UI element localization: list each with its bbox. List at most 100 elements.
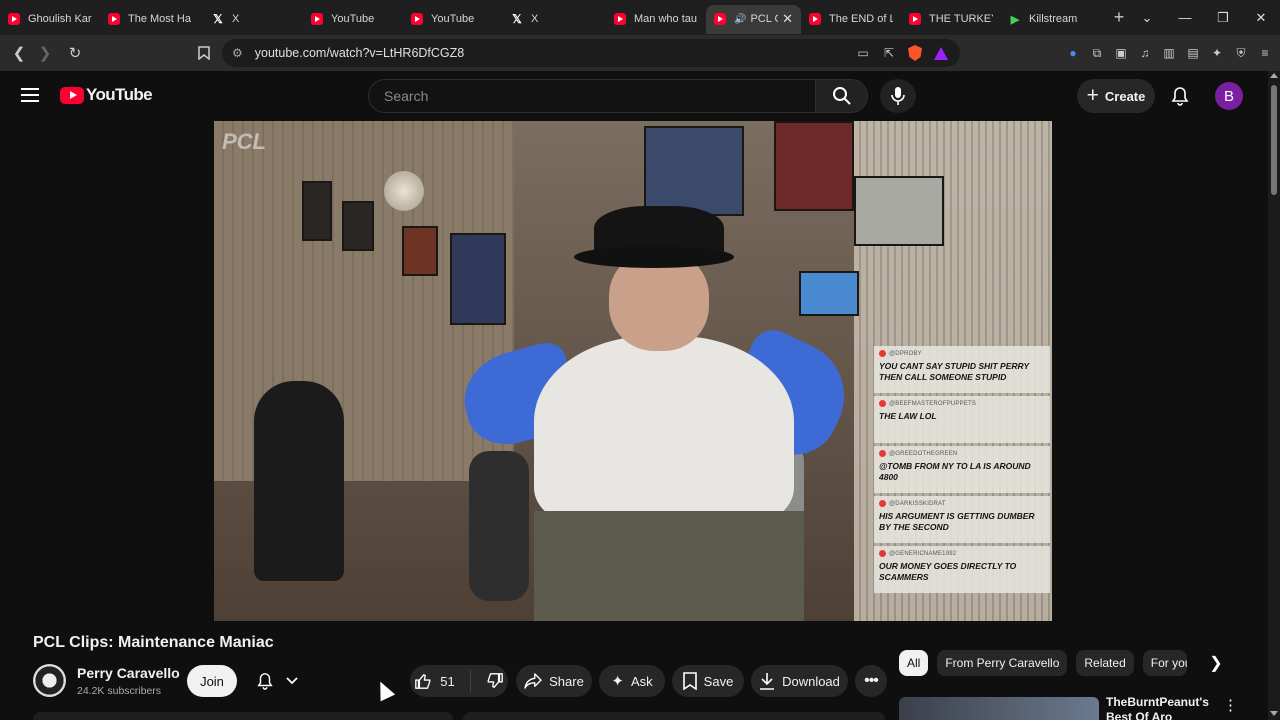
- forward-icon[interactable]: ❯: [32, 40, 58, 66]
- more-actions-button[interactable]: •••: [855, 665, 887, 697]
- mouse-cursor-icon: [373, 678, 396, 702]
- back-icon[interactable]: ❮: [6, 40, 32, 66]
- youtube-logo[interactable]: YouTube: [60, 85, 153, 105]
- brave-shields-icon[interactable]: [908, 45, 922, 61]
- chip-label: From Perry Caravello: [945, 656, 1060, 670]
- like-button[interactable]: 51: [414, 672, 455, 690]
- search-button[interactable]: [816, 79, 868, 113]
- browser-tab[interactable]: Ghoulish Kar: [0, 5, 100, 34]
- address-bar[interactable]: ⚙ youtube.com/watch?v=LtHR6DfCGZ8 ▭ ⇱: [222, 39, 960, 67]
- youtube-favicon-icon: [809, 13, 821, 25]
- youtube-logo-text: YouTube: [86, 85, 153, 104]
- subscription-notifications-button[interactable]: [247, 665, 307, 697]
- leo-ai-icon[interactable]: ✦: [1210, 46, 1224, 60]
- close-tab-icon[interactable]: ✕: [782, 11, 793, 27]
- media-icon[interactable]: ♫: [1138, 46, 1152, 60]
- share-page-icon[interactable]: ⇱: [882, 46, 896, 60]
- create-button[interactable]: + Create: [1077, 79, 1155, 113]
- chip-all[interactable]: All: [899, 650, 929, 676]
- ask-button[interactable]: ✦ Ask: [599, 665, 665, 697]
- chevron-right-icon[interactable]: ❯: [1203, 650, 1229, 676]
- save-label: Save: [703, 673, 734, 689]
- minimize-icon[interactable]: —: [1166, 0, 1204, 35]
- x-favicon-icon: 𝕏: [213, 12, 223, 26]
- browser-tab[interactable]: THE TURKEY: [901, 5, 1001, 34]
- description-box[interactable]: [463, 712, 885, 720]
- tab-title: YouTube: [331, 13, 375, 25]
- page-scrollbar[interactable]: [1268, 71, 1280, 720]
- browser-tab[interactable]: 𝕏X: [503, 5, 606, 34]
- browser-tab[interactable]: YouTube: [403, 5, 503, 34]
- chat-message: @DPROBY YOU CANT SAY STUPID SHIT PERRY T…: [874, 346, 1050, 393]
- reload-icon[interactable]: ↻: [62, 40, 88, 66]
- browser-tab[interactable]: ▶ Killstream: [1001, 5, 1097, 34]
- chip-label: For you: [1150, 656, 1187, 670]
- poster: [450, 233, 506, 325]
- bookmark-icon[interactable]: [191, 40, 217, 66]
- notifications-bell-icon[interactable]: [1170, 86, 1190, 106]
- voice-search-button[interactable]: [880, 79, 916, 113]
- scroll-down-icon[interactable]: [1270, 711, 1278, 716]
- video-scene: [384, 171, 424, 211]
- chip-for-you[interactable]: For you: [1142, 650, 1187, 676]
- speaker-icon[interactable]: 🔊: [734, 14, 746, 25]
- scroll-up-icon[interactable]: [1270, 73, 1278, 78]
- account-avatar[interactable]: B: [1215, 82, 1243, 110]
- save-button[interactable]: Save: [672, 665, 744, 697]
- search-input[interactable]: Search: [368, 79, 816, 113]
- tab-title: X: [232, 13, 240, 25]
- browser-tab[interactable]: The END of L: [801, 5, 901, 34]
- chevron-down-icon[interactable]: ⌄: [1128, 0, 1166, 35]
- vpn-icon[interactable]: ●: [1066, 46, 1080, 60]
- related-video-thumbnail[interactable]: [899, 697, 1099, 720]
- video-player[interactable]: PCL @DPROBY YOU CANT SAY STUPID SHIT PER…: [214, 121, 1052, 621]
- screenshot-icon[interactable]: ▣: [1114, 46, 1128, 60]
- browser-tab[interactable]: 𝕏X: [204, 5, 303, 34]
- youtube-chat-icon: [879, 350, 886, 357]
- download-button[interactable]: Download: [751, 665, 848, 697]
- wallet-icon[interactable]: ▤: [1186, 46, 1200, 60]
- share-button[interactable]: Share: [516, 665, 592, 697]
- tab-title: The END of L: [829, 13, 893, 25]
- browser-tab[interactable]: YouTube: [303, 5, 403, 34]
- menu-icon[interactable]: ≡: [1258, 46, 1272, 60]
- brave-rewards-icon[interactable]: [934, 46, 948, 60]
- maximize-icon[interactable]: ❐: [1204, 0, 1242, 35]
- poster: [644, 126, 744, 216]
- chat-text: THE LAW LOL: [879, 411, 937, 421]
- channel-avatar[interactable]: [33, 664, 66, 697]
- chat-username: @BEEFMASTEROFPUPPETS: [889, 400, 977, 407]
- chip-related[interactable]: Related: [1076, 650, 1134, 676]
- vpn-shield-icon[interactable]: ⛨: [1234, 46, 1248, 60]
- extensions-icon[interactable]: ⧉: [1090, 46, 1104, 60]
- thumbs-down-icon: [487, 673, 503, 688]
- chip-from-channel[interactable]: From Perry Caravello: [937, 650, 1068, 676]
- cast-icon[interactable]: ▭: [856, 46, 870, 60]
- video-scene: [534, 336, 794, 526]
- chat-username: @DPROBY: [889, 350, 922, 357]
- chevron-down-icon: [286, 677, 298, 685]
- related-video-title[interactable]: TheBurntPeanut's Best Of Aro: [1106, 695, 1216, 720]
- channel-watermark: PCL: [222, 129, 266, 154]
- scrollbar-thumb[interactable]: [1271, 85, 1277, 195]
- tab-title: Killstream: [1029, 13, 1078, 25]
- chip-label: All: [907, 656, 921, 670]
- browser-tab[interactable]: The Most Ha: [100, 5, 204, 34]
- browser-tab[interactable]: Man who tau: [606, 5, 706, 34]
- more-vertical-icon[interactable]: ⋮: [1223, 696, 1238, 714]
- site-settings-icon[interactable]: ⚙: [232, 46, 243, 60]
- chat-username: @GREEDOTHEGREEN: [889, 450, 958, 457]
- channel-name[interactable]: Perry Caravello: [77, 665, 180, 681]
- description-box[interactable]: [33, 712, 453, 720]
- like-count: 51: [440, 673, 455, 689]
- join-button[interactable]: Join: [187, 665, 237, 697]
- video-scene: [574, 246, 734, 268]
- x-favicon-icon: 𝕏: [512, 12, 522, 26]
- hamburger-menu-icon[interactable]: [21, 88, 39, 102]
- tab-title: The Most Ha: [128, 13, 191, 25]
- thumbs-up-icon: [415, 674, 431, 689]
- dislike-button[interactable]: [486, 672, 504, 690]
- sidebar-icon[interactable]: ▥: [1162, 46, 1176, 60]
- browser-tab-active[interactable]: 🔊 PCL C ✕: [706, 4, 801, 34]
- close-window-icon[interactable]: ✕: [1242, 0, 1280, 35]
